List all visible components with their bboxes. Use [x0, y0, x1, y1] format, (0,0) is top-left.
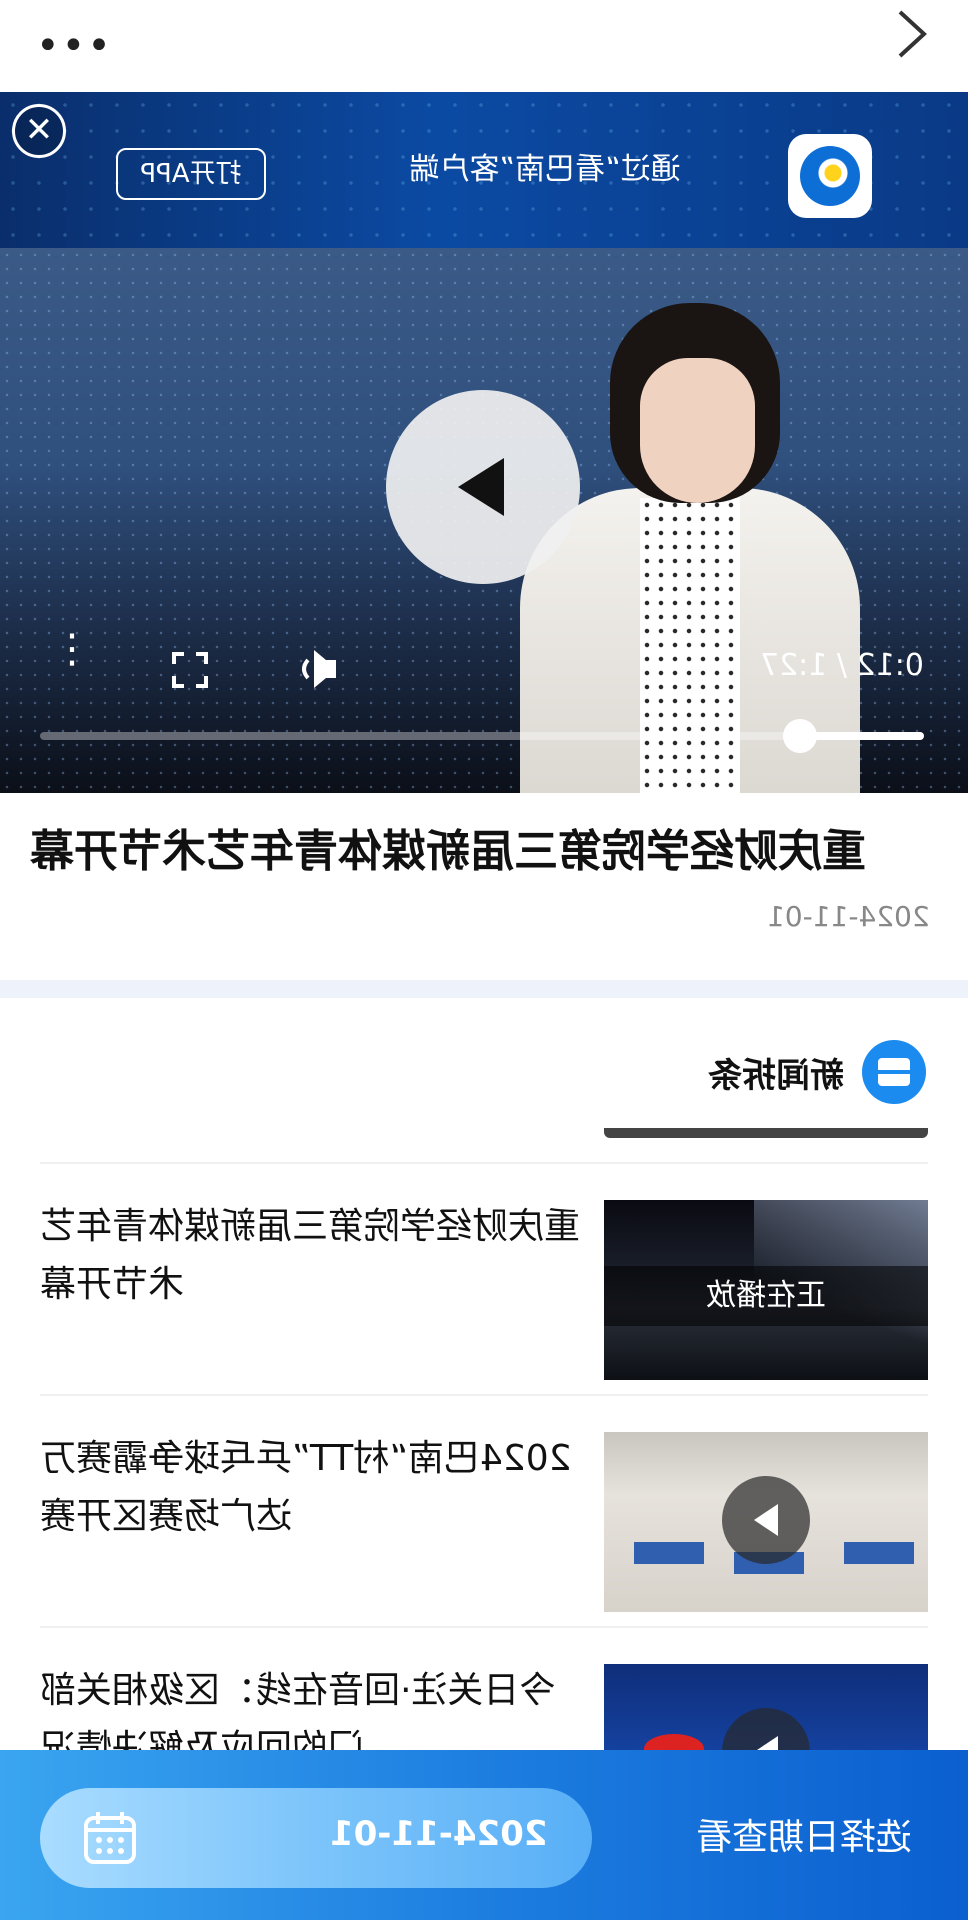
previous-item-thumbnail-edge: [604, 1128, 928, 1138]
video-progress-bar[interactable]: [40, 719, 924, 753]
open-app-button[interactable]: 打开APP: [116, 148, 266, 200]
video-player[interactable]: ⋮ 0:12 / 1:27: [0, 248, 968, 793]
chevron-right-icon[interactable]: [892, 8, 932, 60]
date-picker-bar: 2024-11-01 选择日期查看: [0, 1750, 968, 1920]
list-item[interactable]: 2024巴南“村TT”乒乓球争霸赛万达广场赛区开赛: [40, 1394, 928, 1626]
banner-promo-text: 通过“看巴南”客户端: [409, 152, 681, 187]
play-icon: [458, 458, 504, 516]
close-icon[interactable]: ✕: [12, 104, 66, 158]
news-icon: [862, 1040, 926, 1104]
now-playing-badge: 正在播放: [604, 1266, 928, 1326]
top-bar: •••: [0, 0, 968, 92]
play-button[interactable]: [386, 390, 580, 584]
list-item-title: 重庆财经学院第三届新媒体青年艺术节开幕: [39, 1206, 580, 1305]
list-item-thumbnail: [604, 1432, 928, 1612]
list-item[interactable]: 正在播放 重庆财经学院第三届新媒体青年艺术节开幕: [40, 1162, 928, 1394]
pick-date-button[interactable]: 选择日期查看: [696, 1808, 912, 1860]
more-horizontal-icon[interactable]: •••: [36, 26, 113, 66]
selected-date: 2024-11-01: [330, 1814, 548, 1854]
app-download-banner: ✕ 打开APP 通过“看巴南”客户端: [0, 92, 968, 248]
fullscreen-icon[interactable]: [172, 652, 208, 688]
app-logo-icon: [788, 134, 872, 218]
play-icon[interactable]: [722, 1476, 810, 1564]
video-progress-fill: [800, 732, 924, 740]
date-selector[interactable]: 2024-11-01: [40, 1788, 592, 1888]
article-date: 2024-11-01: [767, 900, 930, 933]
article-title: 重庆财经学院第三届新媒体青年艺术节开幕: [30, 826, 866, 877]
video-progress-handle[interactable]: [783, 719, 817, 753]
list-item-title: 2024巴南“村TT”乒乓球争霸赛万达广场赛区开赛: [40, 1438, 572, 1537]
calendar-icon: [84, 1812, 136, 1864]
video-time: 0:12 / 1:27: [760, 648, 924, 683]
volume-icon[interactable]: [296, 646, 342, 692]
list-item-thumbnail: 正在播放: [604, 1200, 928, 1380]
section-title: 新闻拆条: [708, 1056, 844, 1096]
section-divider: [0, 980, 968, 998]
more-vertical-icon[interactable]: ⋮: [52, 629, 92, 669]
